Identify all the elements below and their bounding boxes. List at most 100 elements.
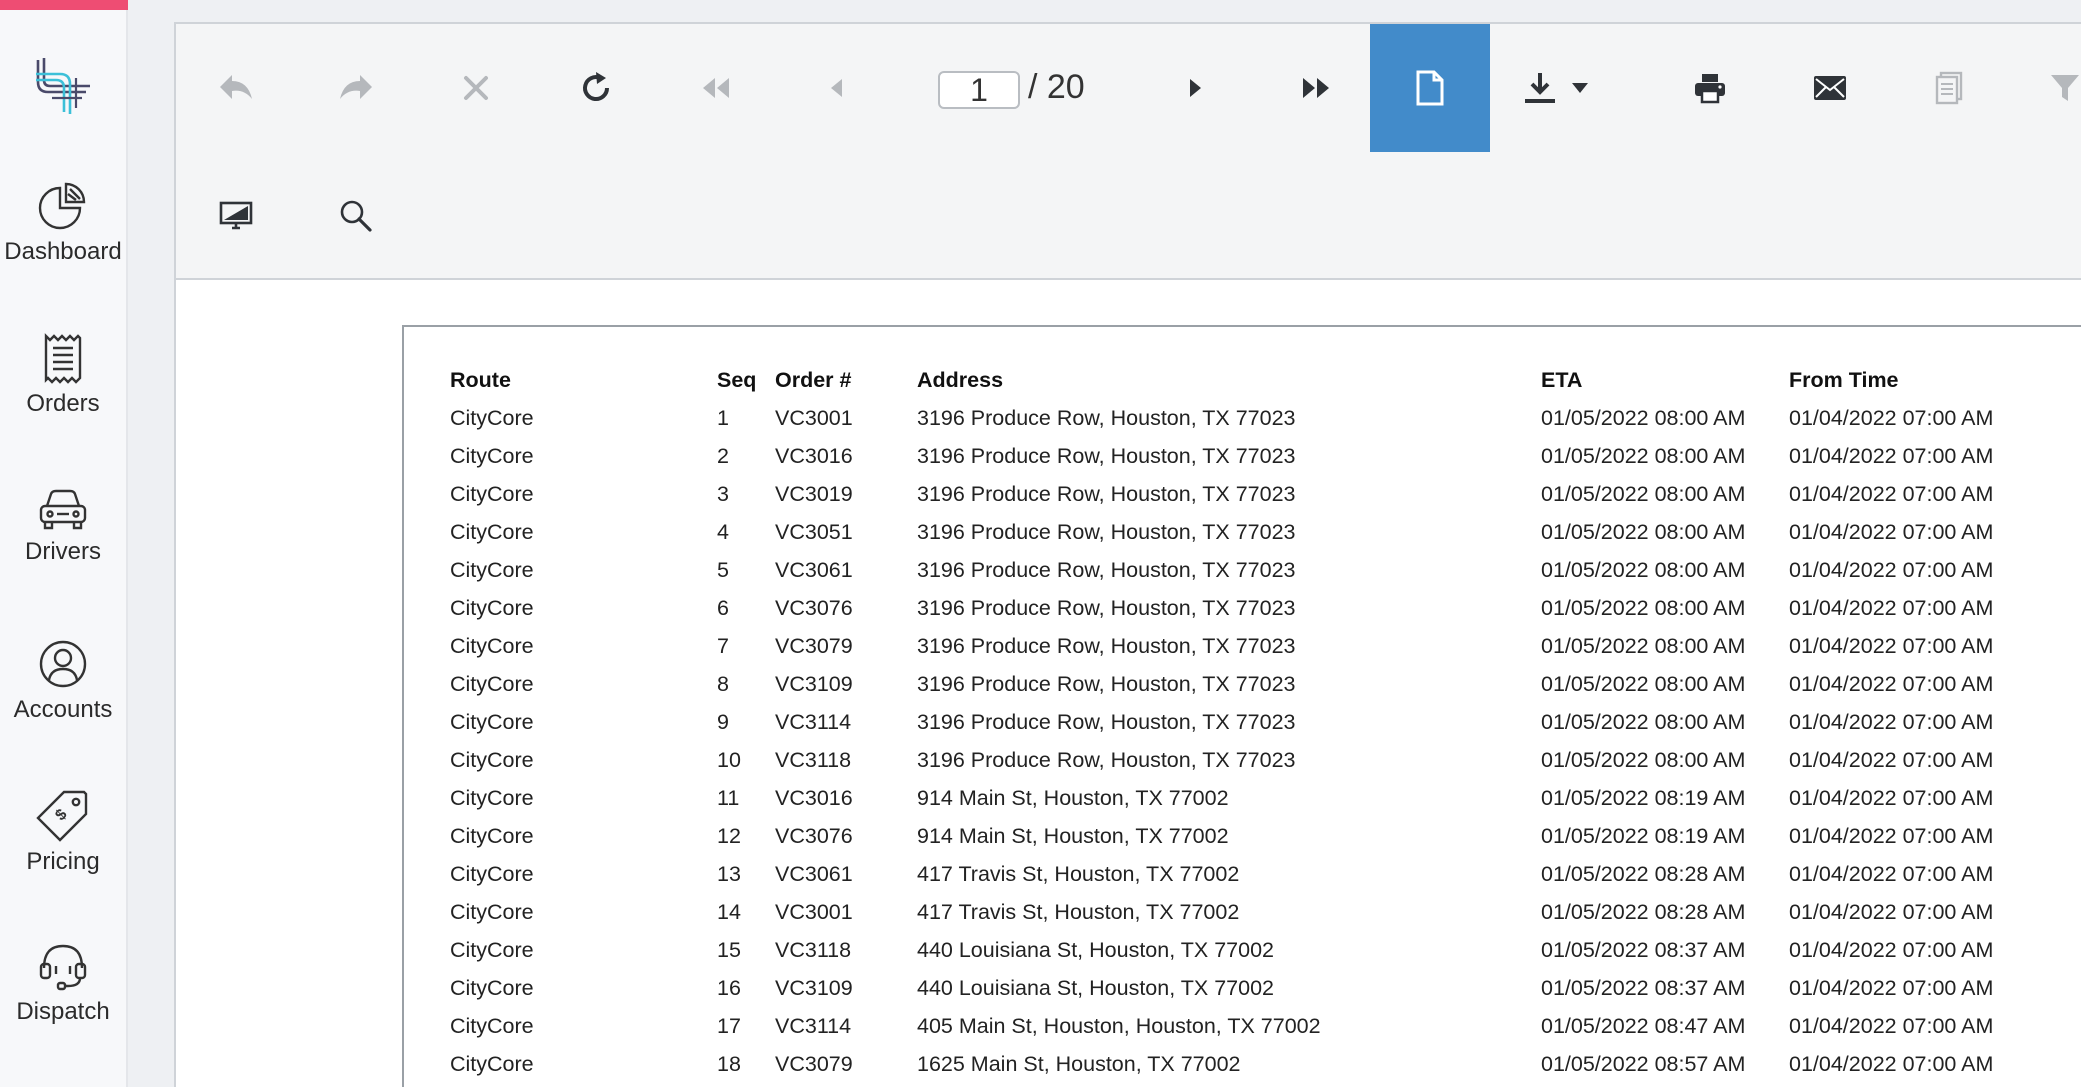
column-header-route: Route <box>450 368 511 392</box>
cell-eta: 01/05/2022 08:19 AM <box>1541 786 1746 810</box>
cell-eta: 01/05/2022 08:28 AM <box>1541 900 1746 924</box>
cell-order-number: VC3016 <box>775 444 853 468</box>
cell-address: 405 Main St, Houston, Houston, TX 77002 <box>917 1014 1321 1038</box>
cell-eta: 01/05/2022 08:00 AM <box>1541 710 1746 734</box>
cell-from-time: 01/04/2022 07:00 AM <box>1789 976 1994 1000</box>
sidebar-item-drivers[interactable]: Drivers <box>0 488 126 566</box>
sidebar-item-dispatch[interactable]: Dispatch <box>0 940 126 1026</box>
next-page-button[interactable] <box>1136 24 1256 152</box>
cell-eta: 01/05/2022 08:57 AM <box>1541 1052 1746 1076</box>
cell-route: CityCore <box>450 634 534 658</box>
filter-button[interactable] <box>2010 24 2081 152</box>
sidebar-item-label: Accounts <box>13 696 113 723</box>
cell-seq: 9 <box>717 710 729 734</box>
export-dropdown-button[interactable] <box>1496 24 1616 152</box>
cell-order-number: VC3079 <box>775 1052 853 1076</box>
presentation-button[interactable] <box>176 152 296 280</box>
cell-address: 3196 Produce Row, Houston, TX 77023 <box>917 710 1296 734</box>
cell-from-time: 01/04/2022 07:00 AM <box>1789 1014 1994 1038</box>
sidebar-item-label: Dispatch <box>16 998 110 1025</box>
cell-eta: 01/05/2022 08:00 AM <box>1541 444 1746 468</box>
cell-from-time: 01/04/2022 07:00 AM <box>1789 520 1994 544</box>
cell-from-time: 01/04/2022 07:00 AM <box>1789 596 1994 620</box>
cell-order-number: VC3109 <box>775 672 853 696</box>
undo-icon <box>220 75 252 99</box>
price-tag-icon: $ <box>36 790 88 842</box>
cell-seq: 13 <box>717 862 741 886</box>
previous-page-button[interactable] <box>776 24 896 152</box>
cell-order-number: VC3061 <box>775 558 853 582</box>
cell-order-number: VC3061 <box>775 862 853 886</box>
envelope-icon <box>1814 76 1846 100</box>
cell-address: 3196 Produce Row, Houston, TX 77023 <box>917 406 1296 430</box>
document-map-button[interactable] <box>1890 24 2010 152</box>
cell-seq: 3 <box>717 482 729 506</box>
page-layout-button[interactable] <box>1370 24 1490 152</box>
cell-from-time: 01/04/2022 07:00 AM <box>1789 482 1994 506</box>
filter-icon <box>2051 75 2079 101</box>
receipt-icon <box>44 333 82 384</box>
search-button[interactable] <box>296 152 416 280</box>
sidebar-item-label: Pricing <box>26 848 100 875</box>
cell-from-time: 01/04/2022 07:00 AM <box>1789 672 1994 696</box>
car-icon <box>39 489 87 530</box>
sidebar-item-pricing[interactable]: $ Pricing <box>0 788 126 876</box>
cell-seq: 10 <box>717 748 741 772</box>
cell-from-time: 01/04/2022 07:00 AM <box>1789 710 1994 734</box>
sidebar-item-orders[interactable]: Orders <box>0 332 126 418</box>
cell-address: 440 Louisiana St, Houston, TX 77002 <box>917 976 1274 1000</box>
cell-route: CityCore <box>450 710 534 734</box>
chevron-down-icon <box>1572 83 1588 93</box>
cell-seq: 15 <box>717 938 741 962</box>
cell-route: CityCore <box>450 596 534 620</box>
cell-address: 3196 Produce Row, Houston, TX 77023 <box>917 558 1296 582</box>
refresh-button[interactable] <box>536 24 656 152</box>
cell-seq: 1 <box>717 406 729 430</box>
cell-route: CityCore <box>450 900 534 924</box>
cell-from-time: 01/04/2022 07:00 AM <box>1789 1052 1994 1076</box>
cell-order-number: VC3051 <box>775 520 853 544</box>
sidebar-item-label: Orders <box>26 390 100 417</box>
undo-button[interactable] <box>176 24 296 152</box>
cell-route: CityCore <box>450 748 534 772</box>
search-icon <box>340 200 372 232</box>
sidebar-item-accounts[interactable]: Accounts <box>0 638 126 724</box>
cell-eta: 01/05/2022 08:00 AM <box>1541 596 1746 620</box>
cell-from-time: 01/04/2022 07:00 AM <box>1789 862 1994 886</box>
cell-eta: 01/05/2022 08:00 AM <box>1541 482 1746 506</box>
last-page-button[interactable] <box>1256 24 1376 152</box>
first-page-button[interactable] <box>656 24 776 152</box>
user-circle-icon <box>39 640 87 688</box>
cell-order-number: VC3016 <box>775 786 853 810</box>
cell-eta: 01/05/2022 08:37 AM <box>1541 976 1746 1000</box>
cell-seq: 11 <box>717 786 740 810</box>
cell-route: CityCore <box>450 1014 534 1038</box>
sidebar-item-dashboard[interactable]: Dashboard <box>0 180 126 266</box>
email-button[interactable] <box>1770 24 1890 152</box>
cell-seq: 12 <box>717 824 741 848</box>
print-button[interactable] <box>1650 24 1770 152</box>
redo-icon <box>340 75 372 99</box>
cell-from-time: 01/04/2022 07:00 AM <box>1789 748 1994 772</box>
cell-address: 914 Main St, Houston, TX 77002 <box>917 786 1229 810</box>
cell-order-number: VC3019 <box>775 482 853 506</box>
cell-order-number: VC3114 <box>775 710 852 734</box>
cell-eta: 01/05/2022 08:19 AM <box>1541 824 1746 848</box>
app-logo[interactable] <box>30 52 96 118</box>
viewer-gutter <box>128 0 174 1087</box>
next-page-icon <box>1190 79 1201 97</box>
cell-address: 417 Travis St, Houston, TX 77002 <box>917 900 1240 924</box>
cell-seq: 6 <box>717 596 729 620</box>
column-header-address: Address <box>917 368 1004 392</box>
page-total-label: / 20 <box>1028 68 1085 106</box>
document-icon <box>1416 70 1444 106</box>
cell-address: 3196 Produce Row, Houston, TX 77023 <box>917 748 1296 772</box>
redo-button[interactable] <box>296 24 416 152</box>
cell-eta: 01/05/2022 08:00 AM <box>1541 406 1746 430</box>
page-number-input[interactable] <box>938 71 1020 109</box>
cell-address: 3196 Produce Row, Houston, TX 77023 <box>917 672 1296 696</box>
monitor-icon <box>219 201 253 230</box>
cell-seq: 4 <box>717 520 729 544</box>
cell-address: 3196 Produce Row, Houston, TX 77023 <box>917 444 1296 468</box>
stop-button[interactable] <box>416 24 536 152</box>
